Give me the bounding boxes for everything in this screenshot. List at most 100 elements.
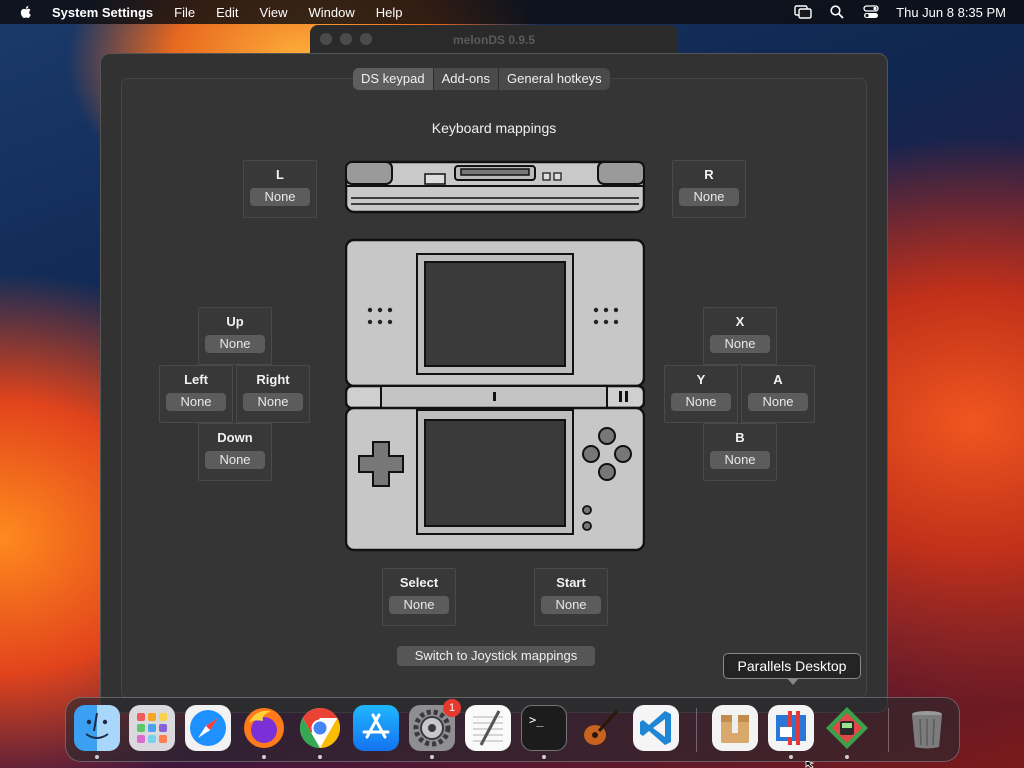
app-store-icon (362, 713, 390, 739)
launchpad-icon (137, 713, 167, 743)
mapping-start-label: Start (556, 575, 586, 590)
dock-app-store[interactable] (353, 705, 399, 751)
mapping-b-button[interactable]: None (710, 451, 770, 469)
finder-icon (85, 712, 109, 739)
apple-menu-icon[interactable] (18, 4, 34, 20)
mapping-x-label: X (735, 314, 745, 329)
mapping-r-button[interactable]: None (679, 188, 739, 206)
mapping-up-label: Up (226, 314, 244, 329)
dock-garageband[interactable] (577, 705, 623, 751)
dock-chrome[interactable] (297, 705, 343, 751)
menu-edit[interactable]: Edit (216, 5, 238, 20)
chrome-running-dot (318, 755, 322, 759)
dock-finder[interactable] (74, 705, 120, 751)
dock-tooltip: Parallels Desktop (723, 653, 861, 685)
chrome-icon (300, 708, 340, 748)
mapping-a: A None (741, 365, 815, 423)
guitar-icon (584, 709, 619, 745)
mapping-l-button[interactable]: None (250, 188, 310, 206)
mapping-up: Up None (198, 307, 272, 365)
dock-archive-utility[interactable] (712, 705, 758, 751)
mapping-down-label: Down (217, 430, 253, 445)
tab-bar: DS keypad Add-ons General hotkeys (353, 68, 610, 90)
mapping-start-button[interactable]: None (541, 596, 601, 614)
menu-clock[interactable]: Thu Jun 8 8:35 PM (896, 5, 1006, 20)
safari-compass-icon (190, 710, 226, 746)
screen-mirroring-icon[interactable] (794, 4, 812, 20)
dock-launchpad[interactable] (129, 705, 175, 751)
textedit-icon (473, 710, 503, 746)
mapping-l-label: L (276, 167, 284, 182)
menu-help[interactable]: Help (376, 5, 403, 20)
system-settings-running-dot (430, 755, 434, 759)
mapping-select-button[interactable]: None (389, 596, 449, 614)
vscode-icon (640, 711, 671, 745)
section-title: Keyboard mappings (431, 120, 557, 136)
dock-textedit[interactable] (465, 705, 511, 751)
dock-separator-trash (888, 708, 889, 752)
mapping-down-button[interactable]: None (205, 451, 265, 469)
back-window-title: melonDS 0.9.5 (452, 33, 536, 47)
dock-firefox[interactable] (241, 705, 287, 751)
dock-terminal[interactable]: >_ (521, 705, 567, 751)
tab-general-hotkeys[interactable]: General hotkeys (499, 68, 610, 90)
spotlight-search-icon[interactable] (828, 4, 846, 20)
dock-parallels-desktop[interactable] (768, 705, 814, 751)
mapping-up-button[interactable]: None (205, 335, 265, 353)
svg-text:>_: >_ (529, 713, 544, 727)
dock: 1 >_ (65, 697, 960, 762)
mapping-right-button[interactable]: None (243, 393, 303, 411)
mapping-right: Right None (236, 365, 310, 423)
menu-app-name[interactable]: System Settings (52, 5, 153, 20)
menu-file[interactable]: File (174, 5, 195, 20)
mapping-a-button[interactable]: None (748, 393, 808, 411)
dock-system-settings[interactable]: 1 (409, 699, 461, 751)
mouse-cursor-icon (805, 761, 815, 768)
mapping-down: Down None (198, 423, 272, 481)
mapping-start: Start None (534, 568, 608, 626)
dock-safari[interactable] (185, 705, 231, 751)
ds-top-view-icon (345, 160, 645, 214)
firefox-icon (244, 708, 284, 748)
switch-to-joystick-button[interactable]: Switch to Joystick mappings (397, 646, 595, 666)
melonds-icon (826, 707, 868, 749)
mapping-select: Select None (382, 568, 456, 626)
menu-bar: System Settings File Edit View Window He… (0, 0, 1024, 24)
nintendo-ds-illustration (345, 160, 645, 552)
mapping-y: Y None (664, 365, 738, 423)
firefox-running-dot (262, 755, 266, 759)
mapping-y-button[interactable]: None (671, 393, 731, 411)
dock-separator (696, 708, 697, 752)
tab-add-ons[interactable]: Add-ons (434, 68, 500, 90)
mapping-left: Left None (159, 365, 233, 423)
parallels-running-dot (789, 755, 793, 759)
mapping-a-label: A (773, 372, 783, 387)
mapping-r-label: R (704, 167, 714, 182)
mapping-x: X None (703, 307, 777, 365)
mapping-right-label: Right (256, 372, 290, 387)
ds-front-view-icon (345, 238, 645, 552)
mapping-x-button[interactable]: None (710, 335, 770, 353)
menu-view[interactable]: View (260, 5, 288, 20)
dock-melonds[interactable] (824, 705, 870, 751)
mapping-left-button[interactable]: None (166, 393, 226, 411)
tab-ds-keypad[interactable]: DS keypad (353, 68, 434, 90)
back-window: melonDS 0.9.5 (310, 25, 678, 53)
mapping-left-label: Left (184, 372, 208, 387)
mapping-b-label: B (735, 430, 745, 445)
terminal-icon: >_ (529, 713, 544, 727)
mapping-select-label: Select (399, 575, 439, 590)
finder-running-dot (95, 755, 99, 759)
mapping-r: R None (672, 160, 746, 218)
menu-window[interactable]: Window (308, 5, 354, 20)
control-center-icon[interactable] (862, 4, 880, 20)
dock-vscode[interactable] (633, 705, 679, 751)
input-config-window: DS keypad Add-ons General hotkeys Keyboa… (100, 53, 888, 713)
dock-trash[interactable] (904, 705, 950, 751)
mapping-b: B None (703, 423, 777, 481)
notification-badge: 1 (443, 699, 461, 717)
melonds-running-dot (845, 755, 849, 759)
parallels-icon (776, 711, 806, 745)
trash-icon (912, 711, 942, 749)
mapping-l: L None (243, 160, 317, 218)
